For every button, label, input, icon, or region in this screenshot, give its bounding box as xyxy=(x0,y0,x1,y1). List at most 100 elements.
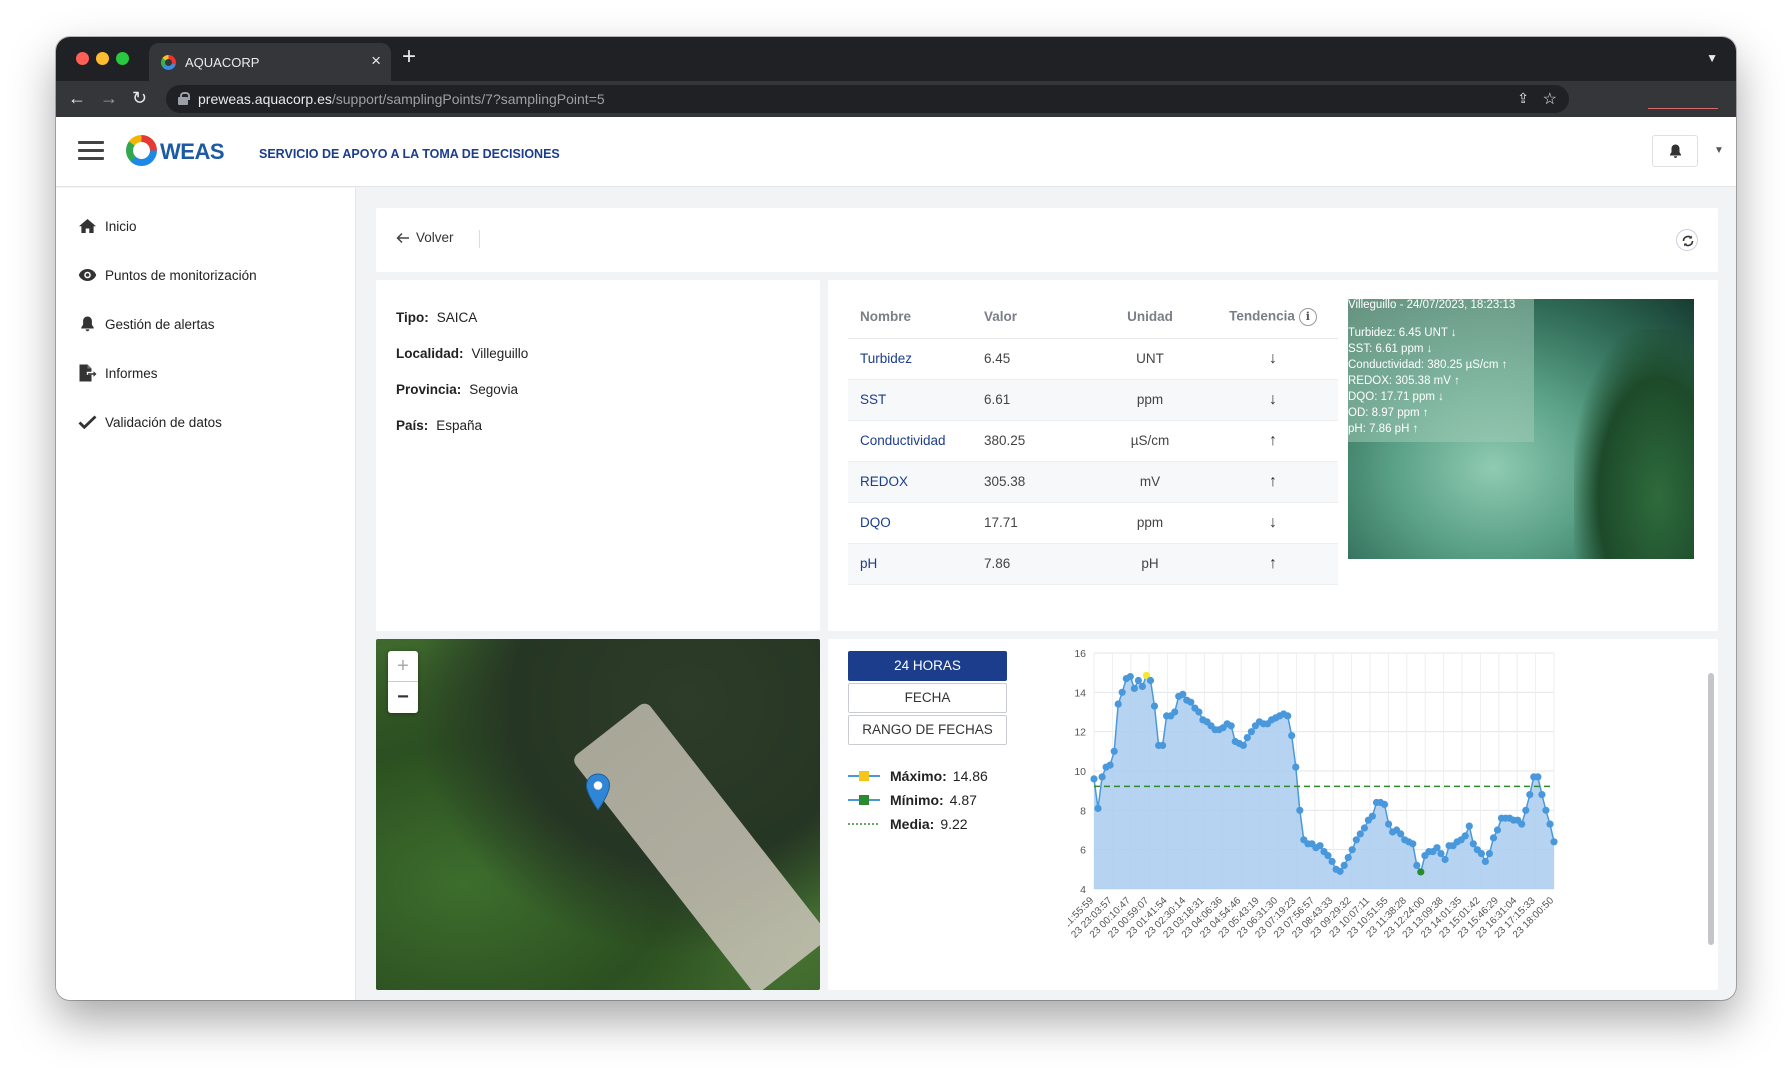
table-row[interactable]: Turbidez 6.45 UNT ↓ xyxy=(848,338,1338,380)
map-marker-icon[interactable] xyxy=(585,773,611,811)
weas-logo-icon[interactable] xyxy=(126,135,157,166)
browser-tabbar: AQUACORP × + ▼ xyxy=(56,37,1736,81)
minimize-window-button[interactable] xyxy=(96,52,109,65)
sidebar-item-informes[interactable]: Informes xyxy=(78,361,158,385)
tab-search-chevron-icon[interactable]: ▼ xyxy=(1706,51,1718,65)
sidebar-item-alertas[interactable]: Gestión de alertas xyxy=(78,312,215,336)
lock-icon xyxy=(178,92,190,105)
trend-arrow-icon: ↑ xyxy=(1269,554,1277,572)
param-name[interactable]: SST xyxy=(848,379,972,421)
sidebar-item-puntos[interactable]: Puntos de monitorización xyxy=(78,263,257,287)
table-row[interactable]: SST 6.61 ppm ↓ xyxy=(848,379,1338,421)
data-point xyxy=(1340,861,1348,869)
maximize-window-button[interactable] xyxy=(116,52,129,65)
legend-min-label: Mínimo: xyxy=(890,792,944,808)
param-value: 6.45 xyxy=(972,338,1092,380)
zoom-out-button[interactable]: − xyxy=(388,682,418,713)
app-header: WEAS SERVICIO DE APOYO A LA TOMA DE DECI… xyxy=(56,117,1736,187)
notifications-button[interactable] xyxy=(1652,135,1698,167)
y-tick-label: 14 xyxy=(1074,687,1086,699)
sidebar-item-label: Validación de datos xyxy=(105,414,222,430)
data-point xyxy=(1138,682,1146,690)
info-tipo-value: SAICA xyxy=(436,310,478,325)
range-date-range-button[interactable]: RANGO DE FECHAS xyxy=(848,715,1007,745)
sidebar-item-label: Inicio xyxy=(105,218,137,234)
eye-icon xyxy=(78,269,97,281)
param-unit: pH xyxy=(1092,543,1208,585)
close-window-button[interactable] xyxy=(76,52,89,65)
data-point xyxy=(1336,867,1344,875)
bell-icon xyxy=(1670,144,1681,158)
back-button[interactable]: Volver xyxy=(396,230,454,245)
sidebar-item-label: Puntos de monitorización xyxy=(105,267,257,283)
address-bar[interactable]: preweas.aquacorp.es/support/samplingPoin… xyxy=(166,85,1569,113)
camera-line: OD: 8.97 ppm ↑ xyxy=(1348,407,1429,419)
data-point xyxy=(1288,732,1296,740)
param-value: 7.86 xyxy=(972,543,1092,585)
info-localidad-label: Localidad: xyxy=(396,346,464,361)
table-row[interactable]: pH 7.86 pH ↑ xyxy=(848,543,1338,585)
info-icon[interactable]: i xyxy=(1298,307,1317,326)
param-name[interactable]: Conductividad xyxy=(848,420,972,462)
param-name[interactable]: REDOX xyxy=(848,461,972,503)
data-point xyxy=(1348,846,1356,854)
data-point xyxy=(1098,773,1106,781)
satellite-map[interactable]: + − xyxy=(376,639,820,990)
sidebar-item-validacion[interactable]: Validación de datos xyxy=(78,410,222,434)
browser-tab[interactable]: AQUACORP × xyxy=(149,43,391,81)
sidebar-item-inicio[interactable]: Inicio xyxy=(78,214,137,238)
legend-mean: Media: 9.22 xyxy=(848,816,968,832)
data-point xyxy=(1397,830,1405,838)
param-name[interactable]: Turbidez xyxy=(848,338,972,380)
range-24h-button[interactable]: 24 HORAS xyxy=(848,651,1007,681)
new-tab-button[interactable]: + xyxy=(402,45,416,69)
share-icon[interactable]: ⇪ xyxy=(1517,90,1529,107)
parameters-card: Nombre Valor Unidad Tendencia i Turbidez 6… xyxy=(828,280,1718,631)
user-menu-caret-icon[interactable]: ▼ xyxy=(1714,145,1724,156)
chart-scrollbar[interactable] xyxy=(1708,673,1714,945)
refresh-button[interactable] xyxy=(1676,229,1698,251)
data-point xyxy=(1469,840,1477,848)
parameters-table: Nombre Valor Unidad Tendencia i Turbidez 6… xyxy=(848,296,1338,585)
legend-mean-value: 9.22 xyxy=(940,816,968,832)
data-point xyxy=(1324,852,1332,860)
data-point xyxy=(1247,728,1255,736)
camera-line: DQO: 17.71 ppm ↓ xyxy=(1348,391,1444,403)
favicon-icon xyxy=(161,55,176,70)
data-point xyxy=(1550,838,1558,846)
data-point xyxy=(1461,832,1469,840)
table-row[interactable]: DQO 17.71 ppm ↓ xyxy=(848,502,1338,544)
legend-min-value: 4.87 xyxy=(949,792,977,808)
data-point xyxy=(1433,844,1441,852)
arrow-left-icon xyxy=(396,232,409,243)
camera-line: SST: 6.61 ppm ↓ xyxy=(1348,343,1433,355)
logo-text[interactable]: WEAS xyxy=(160,139,225,165)
data-point xyxy=(1441,855,1449,864)
param-name[interactable]: pH xyxy=(848,543,972,585)
info-pais-value: España xyxy=(436,418,483,433)
back-arrow-icon[interactable]: ← xyxy=(68,88,86,108)
reload-icon[interactable]: ↻ xyxy=(132,88,147,108)
data-point xyxy=(1195,708,1203,716)
camera-snapshot[interactable]: Villeguillo - 24/07/2023, 18:23:13 Turbi… xyxy=(1348,299,1694,559)
legend-min: Mínimo: 4.87 xyxy=(848,792,977,808)
col-header-valor: Valor xyxy=(972,296,1092,339)
info-localidad-value: Villeguillo xyxy=(471,346,529,361)
param-name[interactable]: DQO xyxy=(848,502,972,544)
data-point xyxy=(1292,763,1300,771)
data-point xyxy=(1179,690,1187,698)
history-line-chart[interactable]: 4681012141623 21:55:5923 23:03:5723 00:1… xyxy=(1068,639,1708,990)
bookmark-star-icon[interactable]: ☆ xyxy=(1543,89,1557,109)
info-pais: País: España xyxy=(396,418,482,433)
zoom-in-button[interactable]: + xyxy=(388,651,418,682)
table-row[interactable]: Conductividad 380.25 µS/cm ↑ xyxy=(848,420,1338,462)
data-point xyxy=(1385,820,1393,828)
data-point xyxy=(1110,747,1118,755)
tab-title: AQUACORP xyxy=(185,55,260,70)
range-date-button[interactable]: FECHA xyxy=(848,683,1007,713)
forward-arrow-icon[interactable]: → xyxy=(100,88,118,108)
table-row[interactable]: REDOX 305.38 mV ↑ xyxy=(848,461,1338,503)
hamburger-menu-icon[interactable] xyxy=(78,141,104,161)
tab-close-icon[interactable]: × xyxy=(371,52,381,69)
data-point xyxy=(1344,853,1352,862)
